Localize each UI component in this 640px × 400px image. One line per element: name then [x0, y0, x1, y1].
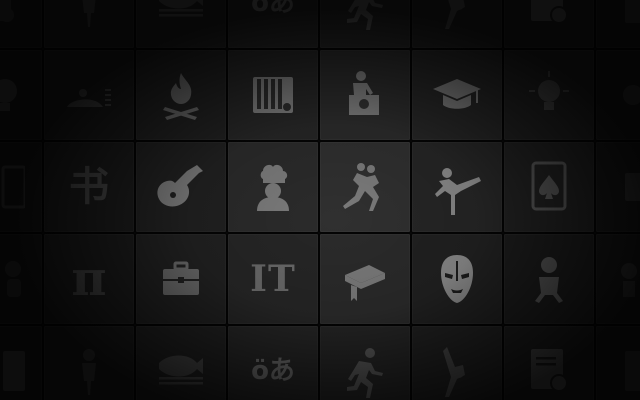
language-label: öあ	[251, 0, 295, 18]
tile-statue[interactable]	[44, 0, 134, 48]
fish-icon	[159, 355, 203, 385]
chef-icon	[257, 164, 289, 211]
tile-briefcase[interactable]	[136, 234, 226, 324]
tile-lightbulb[interactable]	[504, 50, 594, 140]
lecture-podium-icon	[349, 71, 379, 115]
tile-karate[interactable]	[412, 142, 502, 232]
tile-fish[interactable]	[136, 0, 226, 48]
tile-statue-2[interactable]	[44, 326, 134, 400]
tile-edge-2-7[interactable]	[596, 142, 640, 232]
tile-edge-0-7[interactable]	[596, 0, 640, 48]
tile-baby-left[interactable]	[0, 234, 42, 324]
tile-certificate[interactable]	[0, 0, 42, 48]
baby-icon	[535, 257, 563, 303]
dance-couple-icon	[343, 163, 379, 211]
tile-campfire[interactable]	[136, 50, 226, 140]
language-label: öあ	[251, 356, 295, 386]
tile-lecture[interactable]	[320, 50, 410, 140]
book-icon	[345, 265, 385, 301]
piano-icon	[253, 77, 293, 113]
math-label: π	[71, 251, 107, 307]
calligraphy-label: 书	[69, 163, 109, 210]
graduation-cap-icon	[433, 79, 481, 109]
gymnastics-icon	[445, 0, 465, 29]
tile-certificate-left[interactable]	[0, 326, 42, 400]
tile-it[interactable]: IT	[228, 234, 318, 324]
tile-book[interactable]	[320, 234, 410, 324]
tile-card-left[interactable]	[0, 142, 42, 232]
gymnastics-icon	[443, 347, 465, 397]
tile-chef[interactable]	[228, 142, 318, 232]
tile-math[interactable]: π	[44, 234, 134, 324]
running-icon	[347, 348, 383, 398]
playing-card-icon	[1, 165, 25, 209]
unknown-icon	[625, 173, 640, 201]
opera-mask-icon	[441, 255, 473, 303]
tile-piano[interactable]	[228, 50, 318, 140]
tile-playing-card[interactable]	[504, 142, 594, 232]
tile-running[interactable]	[320, 0, 410, 48]
icon-grid-background: öあ 书 π IT öあ	[0, 0, 640, 400]
tile-baby[interactable]	[504, 234, 594, 324]
tile-certificate-3[interactable]	[504, 326, 594, 400]
martial-arts-icon	[435, 168, 481, 215]
running-icon	[347, 0, 383, 30]
unknown-icon	[621, 263, 637, 297]
certificate-icon	[531, 349, 568, 392]
document-icon	[625, 0, 640, 23]
tile-lightbulb-left[interactable]	[0, 50, 42, 140]
lightbulb-icon	[0, 79, 17, 111]
tile-sunset[interactable]	[44, 50, 134, 140]
tile-language-2[interactable]: öあ	[228, 326, 318, 400]
tile-edge-1-7[interactable]	[596, 50, 640, 140]
tile-running-2[interactable]	[320, 326, 410, 400]
statue-icon	[82, 349, 96, 395]
baby-icon	[5, 261, 21, 297]
tile-gymnastics[interactable]	[412, 0, 502, 48]
unknown-icon	[623, 85, 640, 105]
sunset-icon	[67, 89, 111, 107]
document-icon	[625, 351, 640, 391]
playing-card-icon	[531, 161, 567, 211]
certificate-icon	[531, 0, 568, 24]
campfire-icon	[163, 73, 199, 120]
fish-icon	[159, 0, 203, 17]
tile-calligraphy[interactable]: 书	[44, 142, 134, 232]
it-label: IT	[250, 258, 296, 300]
statue-icon	[82, 0, 96, 27]
certificate-icon	[0, 0, 14, 22]
lightbulb-icon	[529, 71, 569, 110]
briefcase-icon	[163, 261, 199, 295]
guitar-icon	[157, 165, 203, 207]
tile-edge-4-7[interactable]	[596, 326, 640, 400]
tile-dance[interactable]	[320, 142, 410, 232]
tile-language[interactable]: öあ	[228, 0, 318, 48]
tile-graduation[interactable]	[412, 50, 502, 140]
tile-opera-mask[interactable]	[412, 234, 502, 324]
tile-certificate-2[interactable]	[504, 0, 594, 48]
tile-gymnastics-2[interactable]	[412, 326, 502, 400]
tile-edge-3-7[interactable]	[596, 234, 640, 324]
certificate-icon	[3, 351, 25, 391]
tile-guitar[interactable]	[136, 142, 226, 232]
category-grid: öあ 书 π IT öあ	[0, 0, 640, 400]
tile-fish-2[interactable]	[136, 326, 226, 400]
